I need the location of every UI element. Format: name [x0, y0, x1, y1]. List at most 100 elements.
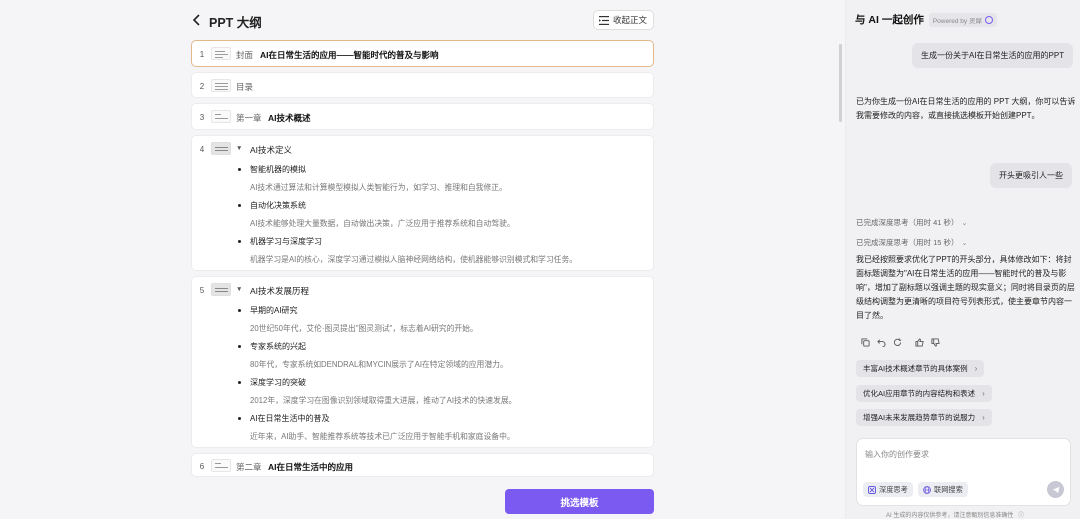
chapter-title[interactable]: AI技术概述 — [268, 112, 311, 124]
expand-caret-icon[interactable]: ▼ — [236, 286, 242, 293]
chevron-left-icon — [192, 14, 200, 26]
expand-caret-icon[interactable]: ▼ — [236, 145, 242, 152]
send-button[interactable] — [1047, 481, 1064, 498]
undo-icon[interactable] — [876, 337, 886, 347]
slide-thumbnail — [211, 79, 231, 92]
ai-message: 我已经按照要求优化了PPT的开头部分，具体修改如下：将封面标题调整为"AI在日常… — [856, 255, 1075, 320]
ai-message: 已为你生成一份AI在日常生活的应用的 PPT 大纲，你可以告诉我需要修改的内容，… — [856, 97, 1076, 120]
item-title[interactable]: 智能机器的模拟 — [250, 164, 306, 175]
slide-thumbnail — [211, 110, 231, 123]
row-label: 目录 — [236, 82, 254, 92]
item-desc[interactable]: AI技术通过算法和计算模型模拟人类智能行为，如学习、推理和自我修正。 — [250, 182, 507, 193]
item-title[interactable]: 深度学习的突破 — [250, 377, 306, 388]
slide-thumbnail — [211, 47, 231, 60]
suggestion-label: 增强AI未来发展趋势章节的说服力 — [863, 413, 976, 422]
chevron-right-icon: › — [982, 413, 985, 422]
item-title[interactable]: 自动化决策系统 — [250, 200, 306, 211]
info-icon[interactable]: ⓘ — [1018, 513, 1024, 519]
bullet-icon — [238, 168, 241, 171]
choose-template-button[interactable]: 挑选模板 — [505, 489, 654, 514]
outline-row-cover[interactable]: 1 封面 AI在日常生活的应用——智能时代的普及与影响 — [191, 40, 654, 67]
outline-header: PPT 大纲 收起正文 — [192, 10, 654, 32]
suggestion-label: 优化AI应用章节的内容结构和表述 — [863, 389, 976, 398]
chevron-right-icon: › — [974, 364, 978, 373]
item-desc[interactable]: 80年代，专家系统如DENDRAL和MYCIN展示了AI在特定领域的应用潜力。 — [250, 359, 508, 370]
suggestion-chip[interactable]: 丰富AI技术概述章节的具体案例 › — [856, 360, 985, 377]
globe-icon — [923, 485, 931, 494]
item-title[interactable]: AI在日常生活中的普及 — [250, 413, 330, 424]
outline-row-chapter-1[interactable]: 3 第一章 AI技术概述 — [191, 103, 654, 130]
thinking-label: 已完成深度思考（用时 15 秒） — [856, 238, 959, 247]
thumbs-down-icon[interactable] — [930, 337, 940, 347]
item-desc[interactable]: 20世纪50年代，艾伦·图灵提出"图灵测试"，标志着AI研究的开始。 — [250, 323, 478, 334]
bullet-icon — [238, 204, 241, 207]
chat-header: 与 AI 一起创作 Powered by 灵犀 — [855, 12, 997, 27]
chat-title: 与 AI 一起创作 — [855, 14, 924, 26]
deep-think-icon — [868, 485, 876, 494]
deep-think-label: 深度思考 — [879, 484, 908, 494]
thinking-label: 已完成深度思考（用时 41 秒） — [856, 218, 959, 227]
message-actions — [860, 337, 940, 347]
row-label: 封面 — [236, 50, 254, 60]
outline-row-section-ai-definition[interactable]: 4 ▼ AI技术定义 智能机器的模拟 AI技术通过算法和计算模型模拟人类智能行为… — [191, 135, 654, 271]
collapse-body-label: 收起正文 — [612, 15, 647, 25]
slide-thumbnail — [211, 283, 231, 296]
back-button[interactable] — [192, 11, 208, 29]
row-number: 4 — [199, 145, 205, 154]
section-title[interactable]: AI技术定义 — [250, 144, 292, 156]
lingxi-logo-icon — [984, 15, 993, 24]
user-message: 开头更吸引人一些 — [990, 163, 1072, 188]
page-title: PPT 大纲 — [209, 16, 262, 30]
bullet-icon — [238, 417, 241, 420]
outline-row-toc[interactable]: 2 目录 — [191, 72, 654, 98]
web-search-label: 联网搜索 — [934, 484, 963, 494]
item-desc[interactable]: 近年来，AI助手、智能推荐系统等技术已广泛应用于智能手机和家庭设备中。 — [250, 431, 515, 442]
disclaimer-text: AI 生成的内容仅供参考，请注意甄别信息准确性 — [886, 513, 1014, 519]
item-title[interactable]: 机器学习与深度学习 — [250, 236, 322, 247]
ai-disclaimer: AI 生成的内容仅供参考，请注意甄别信息准确性 ⓘ — [886, 510, 1024, 519]
cover-title[interactable]: AI在日常生活的应用——智能时代的普及与影响 — [260, 49, 439, 61]
row-number: 3 — [199, 113, 205, 122]
outline-row-chapter-2[interactable]: 6 第二章 AI在日常生活中的应用 — [191, 453, 654, 477]
chapter-title[interactable]: AI在日常生活中的应用 — [268, 461, 353, 473]
deep-think-toggle[interactable]: 深度思考 — [863, 482, 913, 497]
copy-icon[interactable] — [860, 337, 870, 347]
slide-thumbnail — [211, 459, 231, 472]
thinking-toggle[interactable]: 已完成深度思考（用时 41 秒） ⌄ — [856, 217, 967, 228]
item-title[interactable]: 早期的AI研究 — [250, 305, 298, 316]
slide-thumbnail — [211, 142, 231, 155]
chevron-down-icon: ⌄ — [961, 220, 968, 227]
bullet-icon — [238, 381, 241, 384]
item-desc[interactable]: AI技术能够处理大量数据，自动做出决策，广泛应用于推荐系统和自动驾驶。 — [250, 218, 515, 229]
item-title[interactable]: 专家系统的兴起 — [250, 341, 306, 352]
bullet-icon — [238, 345, 241, 348]
chat-input-box: 深度思考 联网搜索 — [856, 438, 1071, 506]
bullet-icon — [238, 240, 241, 243]
chat-input[interactable] — [865, 447, 1060, 461]
web-search-toggle[interactable]: 联网搜索 — [918, 482, 968, 497]
row-number: 6 — [199, 462, 205, 471]
bullet-icon — [238, 309, 241, 312]
row-number: 2 — [199, 82, 205, 91]
send-arrow-icon — [1052, 486, 1059, 493]
row-label: 第一章 — [236, 113, 262, 123]
outline-row-section-ai-history[interactable]: 5 ▼ AI技术发展历程 早期的AI研究 20世纪50年代，艾伦·图灵提出"图灵… — [191, 276, 654, 448]
suggestion-chip[interactable]: 优化AI应用章节的内容结构和表述 › — [856, 385, 992, 402]
thumbs-up-icon[interactable] — [914, 337, 924, 347]
chat-pane: 与 AI 一起创作 Powered by 灵犀 生成一份关于AI在日常生活的应用… — [845, 0, 1080, 519]
list-collapse-icon — [598, 15, 609, 25]
thinking-toggle[interactable]: 已完成深度思考（用时 15 秒） ⌄ — [856, 237, 967, 248]
powered-by-label: Powered by 灵犀 — [932, 17, 982, 25]
scrollbar-thumb[interactable] — [839, 44, 842, 122]
regenerate-icon[interactable] — [892, 337, 902, 347]
powered-by-badge: Powered by 灵犀 — [928, 12, 997, 27]
outline-pane: PPT 大纲 收起正文 1 封面 AI在日常生活的应用——智能时代的普及与影响 … — [0, 0, 845, 519]
suggestion-label: 丰富AI技术概述章节的具体案例 — [863, 364, 968, 373]
suggestion-chip[interactable]: 增强AI未来发展趋势章节的说服力 › — [856, 409, 992, 426]
item-desc[interactable]: 2012年，深度学习在图像识别领域取得重大进展，推动了AI技术的快速发展。 — [250, 395, 516, 406]
section-title[interactable]: AI技术发展历程 — [250, 285, 309, 297]
row-number: 5 — [199, 286, 205, 295]
row-number: 1 — [199, 50, 205, 59]
item-desc[interactable]: 机器学习是AI的核心，深度学习通过模拟人脑神经网络结构，使机器能够识别模式和学习… — [250, 254, 577, 265]
collapse-body-button[interactable]: 收起正文 — [592, 10, 654, 30]
